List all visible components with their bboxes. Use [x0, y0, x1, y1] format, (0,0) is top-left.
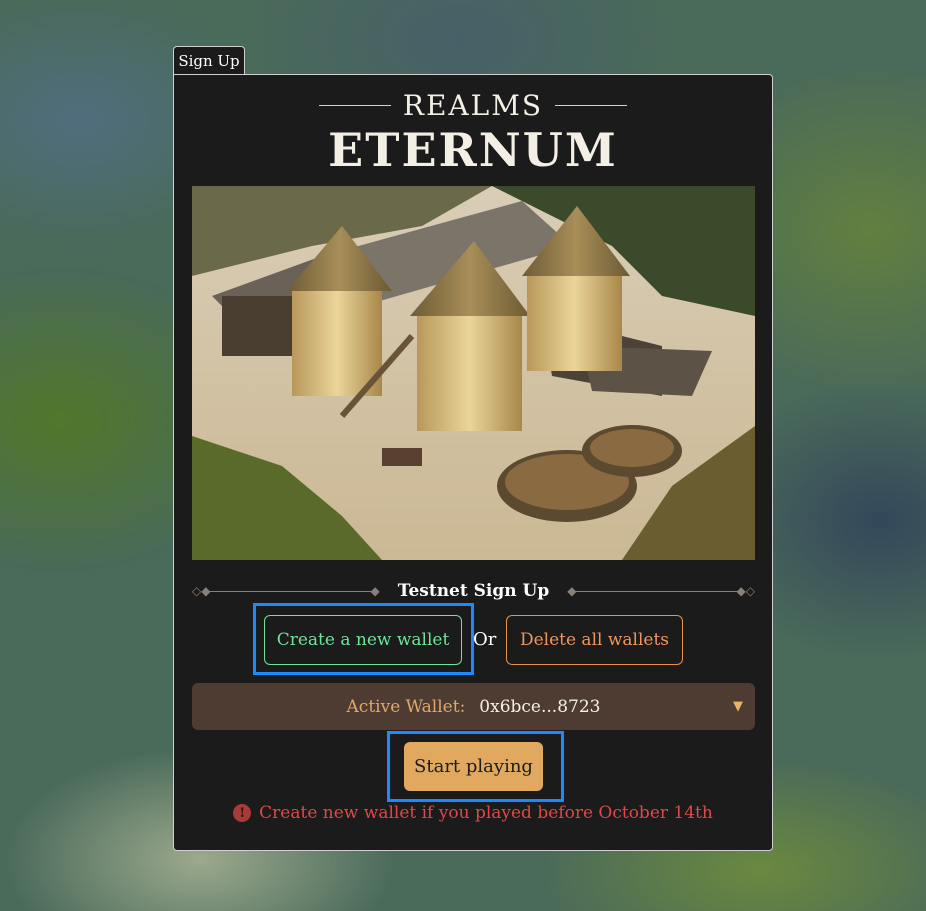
or-label: Or: [473, 629, 497, 650]
logo: REALMS ETERNUM: [174, 89, 772, 176]
start-playing-button[interactable]: Start playing: [404, 742, 543, 791]
section-header: ◇◆ ◆ Testnet Sign Up ◆ ◆◇: [192, 580, 755, 602]
warning-text: Create new wallet if you played before O…: [259, 803, 713, 823]
ornament-dot-icon: ◆: [567, 584, 577, 598]
alert-circle-icon: !: [233, 804, 252, 822]
tab-label: Sign Up: [178, 51, 240, 70]
logo-top-text: REALMS: [402, 89, 544, 122]
sign-up-panel: REALMS ETERNUM ◇◆ ◆ Testnet Sign Up ◆ ◆◇…: [173, 74, 773, 851]
wallet-address: 0x6bce...8723: [479, 696, 601, 717]
ornament-dot-icon: ◆: [370, 584, 380, 598]
warning-message: ! Create new wallet if you played before…: [174, 803, 772, 823]
section-title: Testnet Sign Up: [397, 581, 550, 601]
divider-left: [210, 590, 371, 592]
create-wallet-button[interactable]: Create a new wallet: [264, 615, 462, 665]
tab-sign-up[interactable]: Sign Up: [173, 46, 245, 74]
logo-rule-left: [318, 105, 391, 106]
logo-main-text: ETERNUM: [328, 123, 618, 177]
active-wallet-select[interactable]: Active Wallet: 0x6bce...8723 ▼: [192, 683, 755, 730]
delete-wallets-button[interactable]: Delete all wallets: [506, 615, 683, 665]
hero-image: [192, 186, 755, 560]
ornament-right-icon: ◆◇: [736, 584, 755, 598]
logo-rule-right: [555, 105, 628, 106]
divider-right: [576, 590, 737, 592]
ornament-left-icon: ◇◆: [192, 584, 211, 598]
caret-down-icon[interactable]: ▼: [733, 699, 743, 714]
active-wallet-label: Active Wallet:: [346, 696, 466, 717]
